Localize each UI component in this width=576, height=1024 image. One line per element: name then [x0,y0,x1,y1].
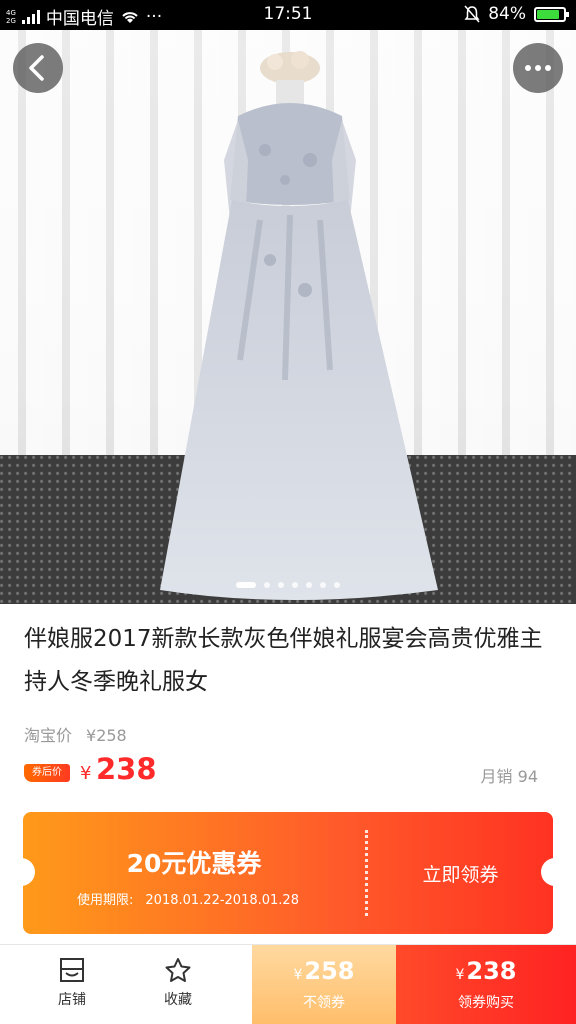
store-button[interactable]: 店铺 [18,945,126,1024]
taobao-price-row: 淘宝价 ¥258 [24,722,141,746]
gallery-dot [264,582,270,588]
taobao-price-label: 淘宝价 [24,726,73,745]
gallery-dot [306,582,312,588]
gallery-dot [278,582,284,588]
no-coupon-currency: ¥ [293,967,303,983]
product-image-gallery[interactable] [0,30,576,604]
after-coupon-badge: 券后价 [24,764,70,782]
battery-percent: 84% [488,4,526,24]
bottom-action-bar: 店铺 收藏 ¥258 不领券 ¥238 领券购买 [0,944,576,1024]
no-coupon-price: ¥258 [252,957,396,985]
with-coupon-label: 领券购买 [458,995,514,1011]
favorite-button[interactable]: 收藏 [124,945,232,1024]
battery-fill [537,9,559,19]
battery-icon [534,6,569,22]
star-icon [165,958,191,982]
dress-image [160,51,438,600]
no-coupon-label: 不领券 [303,995,345,1011]
favorite-label: 收藏 [164,992,192,1008]
gallery-dot [236,582,256,588]
store-label: 店铺 [58,992,86,1008]
gallery-dot [334,582,340,588]
coupon-validity-range: 2018.01.22-2018.01.28 [145,893,299,908]
coupon-amount: 20元优惠券 [126,849,262,878]
buy-without-coupon-button[interactable]: ¥258 不领券 [252,945,396,1024]
claim-coupon-button[interactable]: 立即领券 [368,860,553,887]
mute-bell-icon [464,5,480,23]
gallery-dot [292,582,298,588]
back-button[interactable] [13,43,63,93]
coupon-validity-label: 使用期限: [77,893,134,908]
product-title: 伴娘服2017新款长款灰色伴娘礼服宴会高贵优雅主持人冬季晚礼服女 [24,626,543,695]
taobao-price: ¥258 [86,726,127,745]
no-coupon-price-value: 258 [304,957,355,985]
gallery-dot [320,582,326,588]
status-bar: 4G 2G 中国电信 ··· 17:51 84% [0,0,576,30]
store-icon [60,958,84,982]
coupon-card[interactable]: 20元优惠券 使用期限: 2018.01.22-2018.01.28 立即领券 [23,812,553,934]
coupon-price: 238 [96,752,157,786]
price-row: 券后价 ¥ 238 月销 94 [24,752,538,792]
buy-with-coupon-button[interactable]: ¥238 领券购买 [396,945,576,1024]
chevron-left-icon [29,55,44,81]
more-dots-icon [525,65,551,71]
monthly-sales: 月销 94 [480,767,538,786]
with-coupon-price: ¥238 [396,957,576,985]
gallery-indicator [0,582,576,588]
price-currency: ¥ [80,763,92,784]
coupon-validity: 使用期限: 2018.01.22-2018.01.28 [23,889,365,908]
with-coupon-price-value: 238 [466,957,517,985]
more-button[interactable] [513,43,563,93]
with-coupon-currency: ¥ [455,967,465,983]
